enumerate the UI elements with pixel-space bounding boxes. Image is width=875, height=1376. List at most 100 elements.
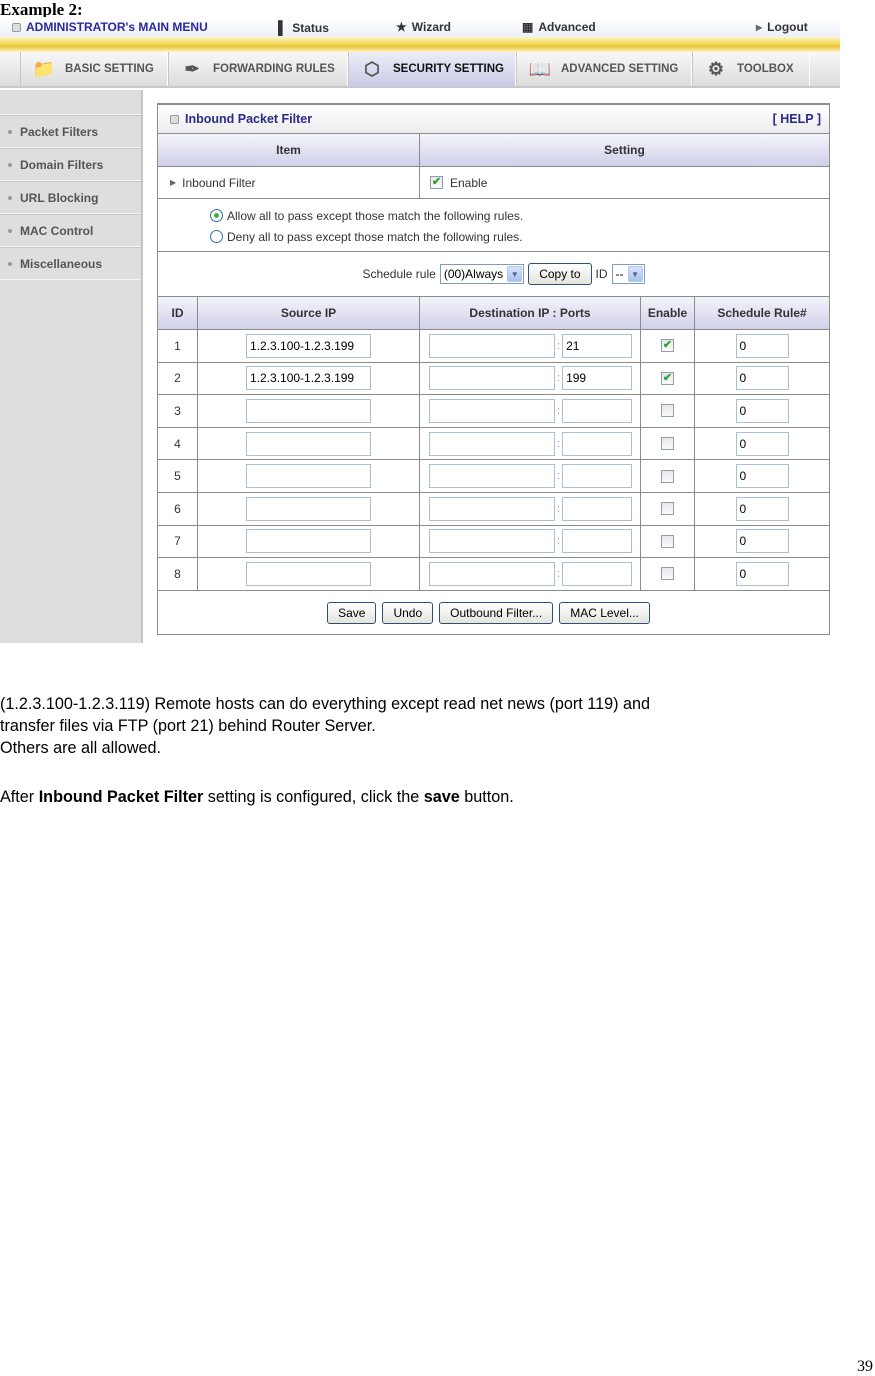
port-separator: : [557,404,561,417]
schedule-rule-input[interactable]: 0 [735,561,789,586]
source-ip-input[interactable]: 1.2.3.100-1.2.3.199 [246,333,371,358]
destination-ip-input[interactable] [429,529,555,554]
destination-ip-input[interactable] [429,398,555,423]
source-ip-cell [198,427,420,460]
menu-wizard[interactable]: ★ Wizard [396,20,451,34]
source-ip-input[interactable] [246,561,371,586]
source-ip-input[interactable]: 1.2.3.100-1.2.3.199 [246,366,371,391]
folder-icon: 📁 [32,58,56,79]
enable-cell: ✔ [641,330,695,362]
tab-security-setting[interactable]: ⬡ SECURITY SETTING [348,52,516,86]
table-row: 5: 0 [158,460,829,493]
menu-square-icon [12,22,21,32]
port-input[interactable] [562,529,633,554]
source-ip-input[interactable] [246,496,371,521]
destination-ip-input[interactable] [429,561,555,586]
sidebar-spacer [0,90,141,115]
schedule-rule-select[interactable]: (00)Always ▼ [439,264,525,284]
rule-enable-checkbox[interactable] [661,404,674,418]
sidebar-item-label: Packet Filters [20,124,99,139]
inbound-filter-enable-checkbox[interactable]: ✔ [430,176,443,189]
destination-cell: : [420,558,641,590]
port-input[interactable]: 21 [562,333,633,358]
destination-cell: :199 [420,362,641,395]
col-source-ip: Source IP [198,297,420,329]
admin-main-menu[interactable]: ADMINISTRATOR's MAIN MENU [12,20,208,34]
source-ip-input[interactable] [246,529,371,554]
outbound-filter-button[interactable]: Outbound Filter... [439,602,554,625]
enable-cell [641,492,695,525]
id-label: ID [595,267,608,281]
save-button[interactable]: Save [327,602,377,625]
schedule-rule-input[interactable]: 0 [735,366,789,391]
tab-toolbox[interactable]: ⚙ TOOLBOX [692,52,810,86]
schedule-rule-input[interactable]: 0 [735,398,789,423]
destination-ip-input[interactable] [429,496,555,521]
triangle-right-icon: ▶ [756,22,763,32]
port-input[interactable]: 199 [562,366,633,391]
sidebar-item-miscellaneous[interactable]: Miscellaneous [0,247,141,280]
port-input[interactable] [562,496,633,521]
radio-allow-option[interactable]: Allow all to pass except those match the… [210,205,829,226]
source-ip-input[interactable] [246,431,371,456]
tab-advanced-setting[interactable]: 📖 ADVANCED SETTING [516,52,692,86]
sidebar-item-url-blocking[interactable]: URL Blocking [0,181,141,214]
table-row: 4: 0 [158,427,829,461]
port-input[interactable] [562,398,633,423]
rule-enable-checkbox[interactable] [661,567,674,581]
radio-deny[interactable] [210,230,223,243]
table-row: 3: 0 [158,395,829,428]
radio-deny-option[interactable]: Deny all to pass except those match the … [210,226,829,247]
undo-button[interactable]: Undo [382,602,434,625]
description-paragraph: (1.2.3.100-1.2.3.119) Remote hosts can d… [0,693,830,759]
source-ip-cell: 1.2.3.100-1.2.3.199 [198,330,420,362]
rule-enable-checkbox[interactable] [661,437,674,451]
sidebar-item-mac-control[interactable]: MAC Control [0,214,141,247]
sidebar-item-packet-filters[interactable]: Packet Filters [0,115,141,148]
rule-enable-checkbox[interactable] [661,502,674,516]
schedule-rule-input[interactable]: 0 [735,529,789,554]
description-line-1: (1.2.3.100-1.2.3.119) Remote hosts can d… [0,695,650,713]
rule-enable-checkbox[interactable] [661,534,674,548]
tab-basic-setting[interactable]: 📁 BASIC SETTING [20,52,168,86]
destination-ip-input[interactable] [429,333,555,358]
col-schedule-rule: Schedule Rule# [717,306,807,320]
enable-cell [641,525,695,558]
sidebar-item-domain-filters[interactable]: Domain Filters [0,148,141,181]
schedule-rule-input[interactable]: 0 [735,496,789,521]
schedule-cell: 0 [695,395,829,427]
rule-enable-checkbox[interactable]: ✔ [661,371,674,385]
rule-id: 7 [158,525,198,558]
menu-status[interactable]: ▌ Status [278,20,329,35]
rule-enable-checkbox[interactable]: ✔ [661,339,674,353]
id-select[interactable]: -- ▼ [611,264,645,284]
wizard-icon: ★ [396,20,407,34]
top-menu-bar: ADMINISTRATOR's MAIN MENU ▌ Status ★ Wiz… [0,17,840,37]
copy-to-button[interactable]: Copy to [528,263,592,285]
destination-ip-input[interactable] [429,431,555,456]
triangle-right-icon: ▶ [170,178,177,187]
port-separator: : [557,470,561,483]
schedule-rule-input[interactable]: 0 [735,431,789,456]
destination-ip-input[interactable] [429,366,555,391]
menu-wizard-label: Wizard [411,20,451,34]
mac-level-button[interactable]: MAC Level... [559,602,650,625]
source-ip-input[interactable] [246,464,371,489]
schedule-rule-input[interactable]: 0 [735,333,789,358]
menu-advanced[interactable]: ▦ Advanced [522,20,596,34]
tab-forwarding-rules[interactable]: ✒ FORWARDING RULES [168,52,348,86]
menu-logout[interactable]: ▶ Logout [756,20,808,34]
port-input[interactable] [562,431,633,456]
schedule-cell: 0 [695,558,829,590]
schedule-rule-input[interactable]: 0 [735,464,789,489]
sidebar-item-label: Domain Filters [20,157,104,172]
rule-enable-checkbox[interactable] [661,469,674,483]
port-input[interactable] [562,464,633,489]
bullet-icon [8,261,12,266]
radio-allow[interactable] [210,209,223,222]
tab-label: ADVANCED SETTING [561,63,679,75]
destination-ip-input[interactable] [429,464,555,489]
source-ip-input[interactable] [246,398,371,423]
help-link[interactable]: [ HELP ] [773,112,821,126]
port-input[interactable] [562,561,633,586]
